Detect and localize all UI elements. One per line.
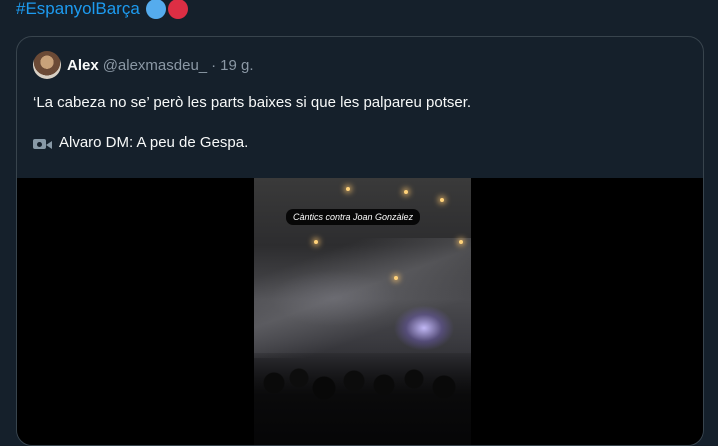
video-scene-light [404, 190, 408, 194]
movie-camera-icon [33, 136, 53, 150]
author-handle[interactable]: @alexmasdeu_ [103, 57, 207, 74]
video-scene-light [394, 276, 398, 280]
hashtag-line: #EspanyolBarça [16, 0, 188, 22]
video-scene-road [254, 238, 471, 358]
hashtag-link[interactable]: #EspanyolBarça [16, 0, 140, 19]
emoji-group [145, 0, 188, 19]
video-scene-light [314, 240, 318, 244]
quote-text-line-2-row: Alvaro DM: A peu de Gespa. [33, 133, 689, 153]
blue-circle-icon [145, 0, 166, 19]
video-scene-light [459, 240, 463, 244]
video-overlay-caption: Càntics contra Joan Gonzàlez [286, 209, 421, 225]
timestamp[interactable]: 19 g. [220, 57, 253, 74]
author-name[interactable]: Alex [67, 57, 99, 74]
red-circle-icon [167, 0, 188, 19]
quoted-tweet-card[interactable]: Alex @alexmasdeu_ · 19 g. ‘La cabeza no … [16, 36, 704, 446]
separator: · [211, 56, 217, 74]
video-scene-light [440, 198, 444, 202]
quote-text-line-2: Alvaro DM: A peu de Gespa. [59, 134, 249, 151]
avatar[interactable] [33, 51, 61, 79]
quoted-tweet-header: Alex @alexmasdeu_ · 19 g. [33, 51, 254, 79]
video-scene-light [346, 187, 350, 191]
video-media[interactable]: Càntics contra Joan Gonzàlez [17, 178, 703, 445]
video-frame[interactable]: Càntics contra Joan Gonzàlez [254, 178, 471, 445]
video-scene-crowd [254, 353, 471, 445]
quote-text-line-1: ‘La cabeza no se’ però les parts baixes … [33, 94, 472, 111]
quoted-tweet-text: ‘La cabeza no se’ però les parts baixes … [33, 93, 689, 153]
